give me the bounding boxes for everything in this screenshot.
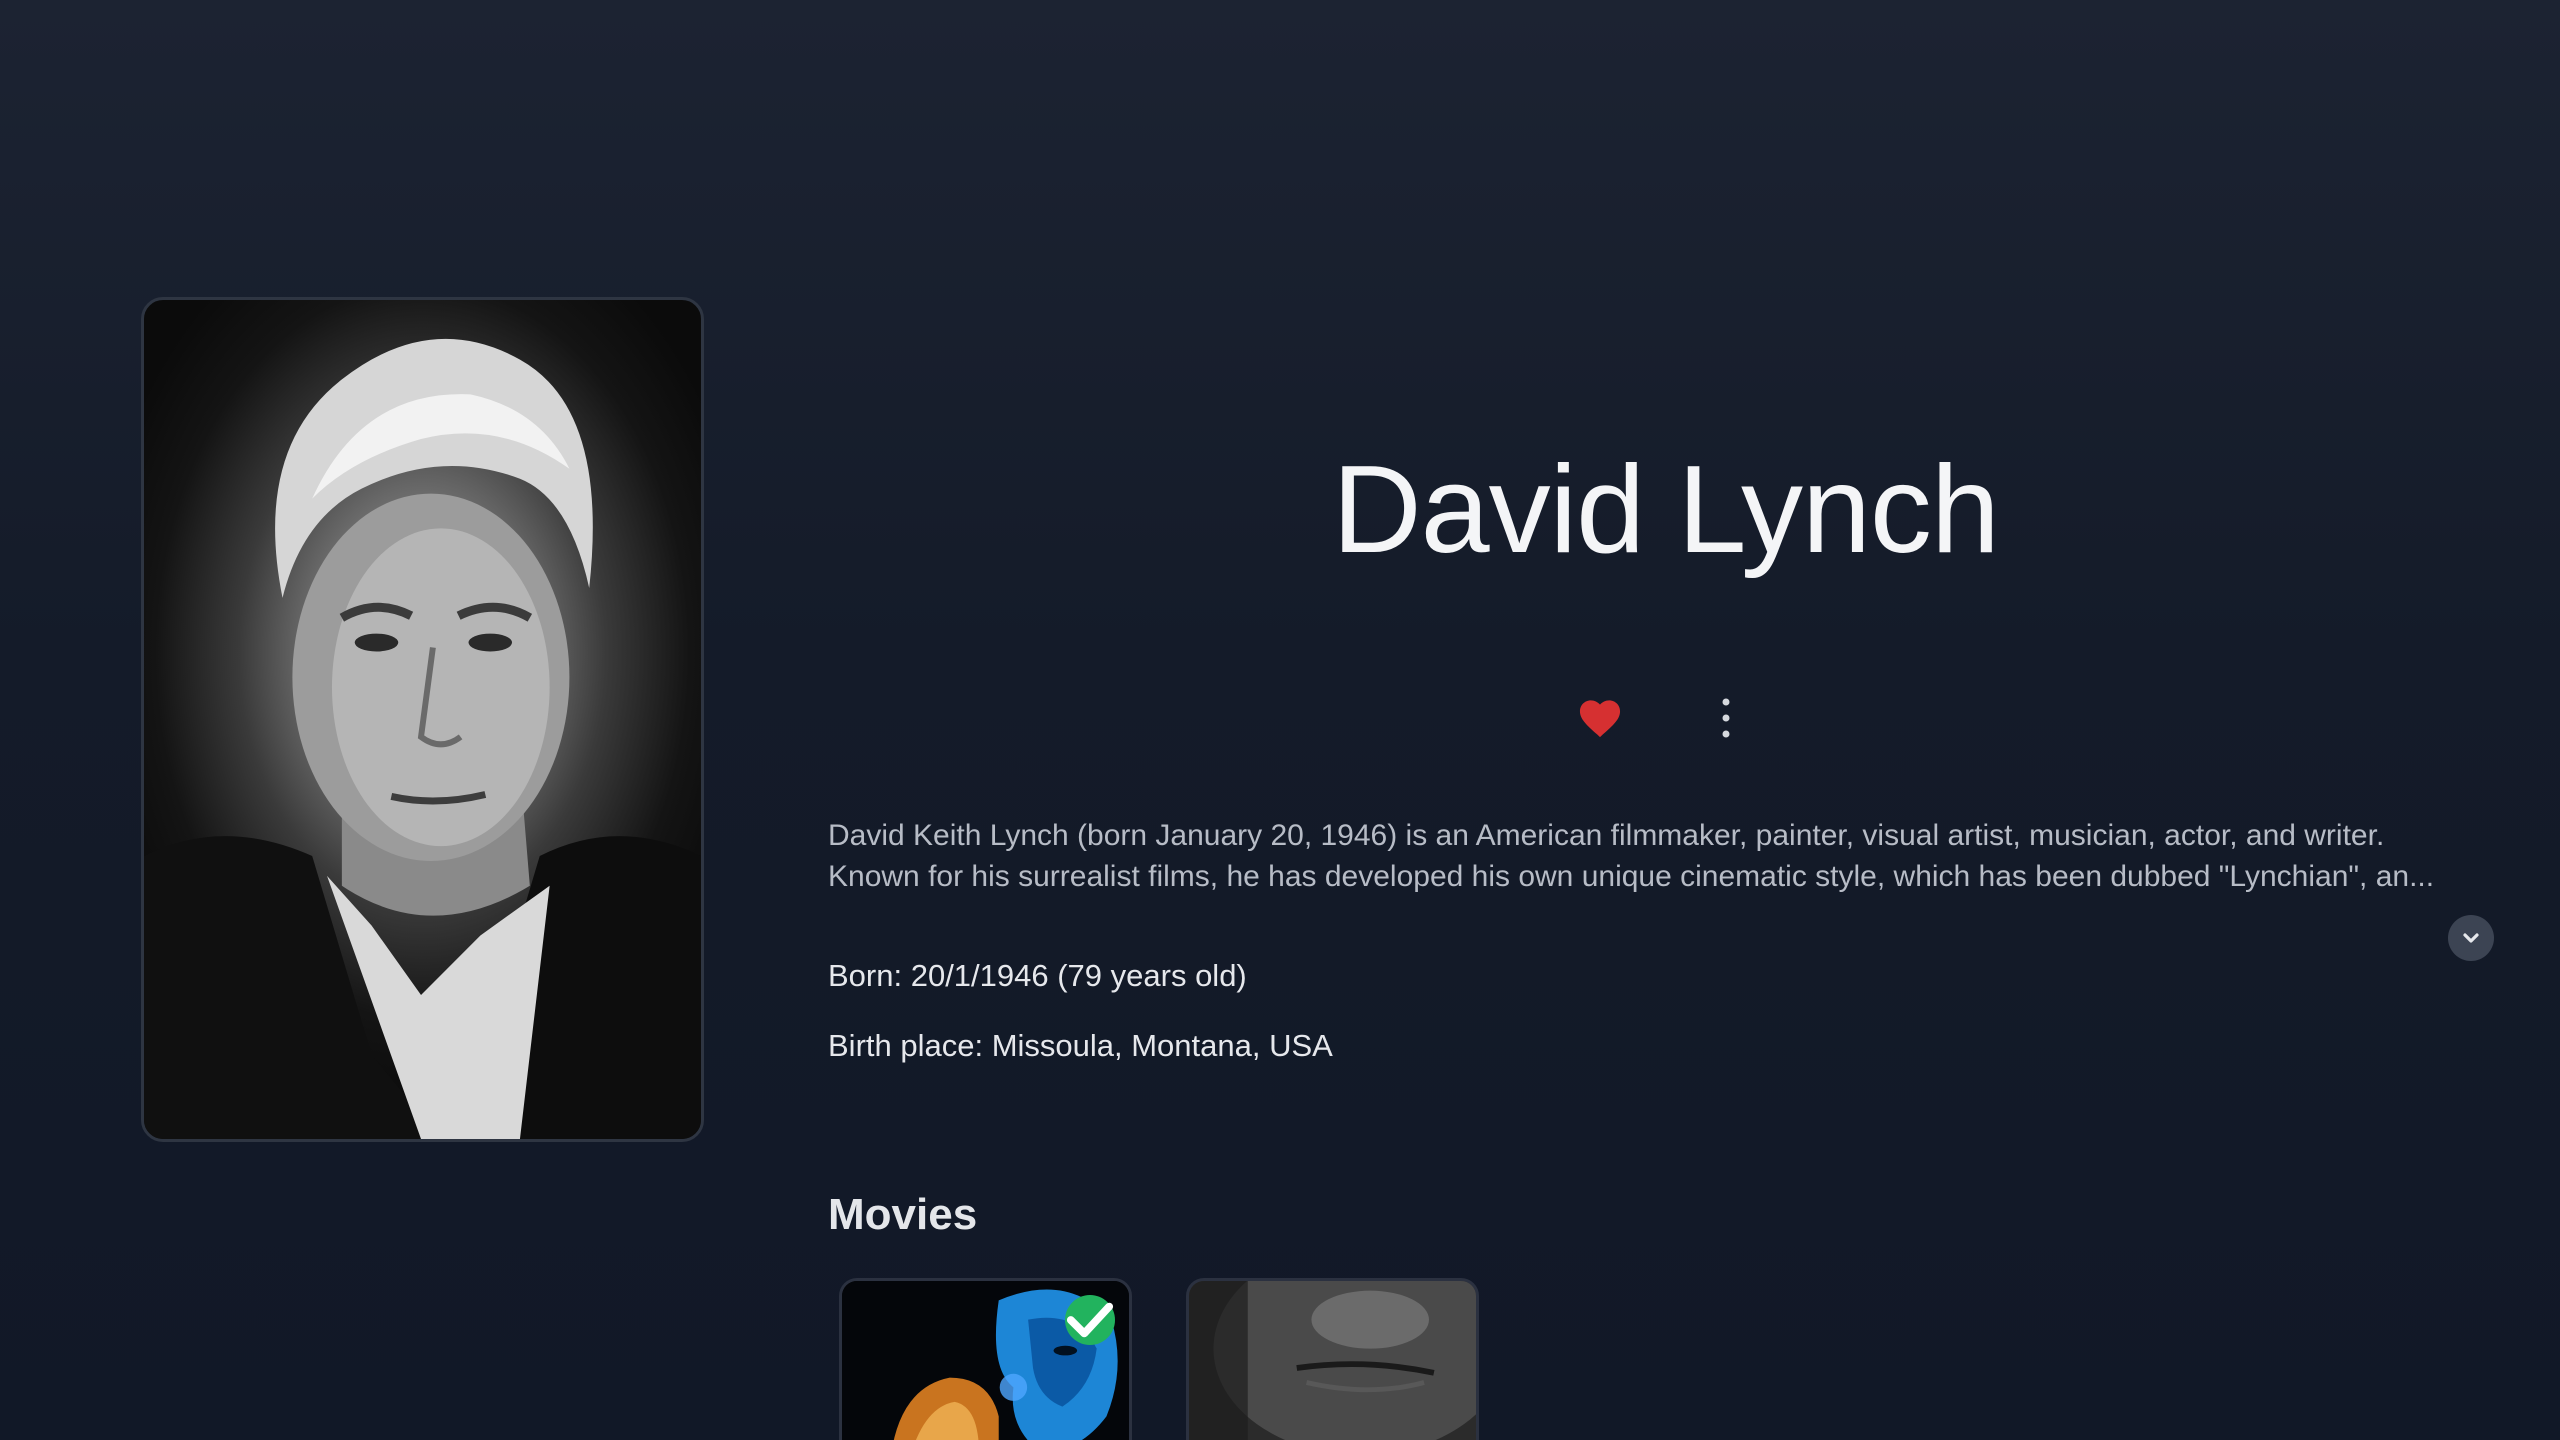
birth-place: Birth place: Missoula, Montana, USA [828,1028,1333,1063]
heart-icon [1579,700,1621,738]
movies-heading: Movies [828,1190,978,1239]
more-vertical-icon [1722,698,1730,738]
watched-badge [1065,1295,1115,1345]
person-name: David Lynch [1332,441,2000,579]
checkmark-icon [1066,1302,1114,1338]
expand-biography-button[interactable] [2448,915,2494,961]
biography-line: Known for his surrealist films, he has d… [828,860,2435,893]
person-actions [1570,688,1756,748]
favorite-button[interactable] [1570,688,1630,748]
portrait-image [144,338,701,1139]
chevron-down-icon [2463,933,2479,943]
more-options-button[interactable] [1696,688,1756,748]
biography-line: David Keith Lynch (born January 20, 1946… [828,819,2385,852]
person-portrait [141,297,704,1142]
birth-date: Born: 20/1/1946 (79 years old) [828,958,1247,993]
person-details-page: David Lynch David Keith Lynch (born Janu… [0,0,2560,1440]
movie-poster [1189,1281,1476,1440]
person-biography: David Keith Lynch (born January 20, 1946… [828,815,2508,897]
movie-card[interactable] [1186,1278,1479,1440]
movie-card[interactable] [839,1278,1132,1440]
